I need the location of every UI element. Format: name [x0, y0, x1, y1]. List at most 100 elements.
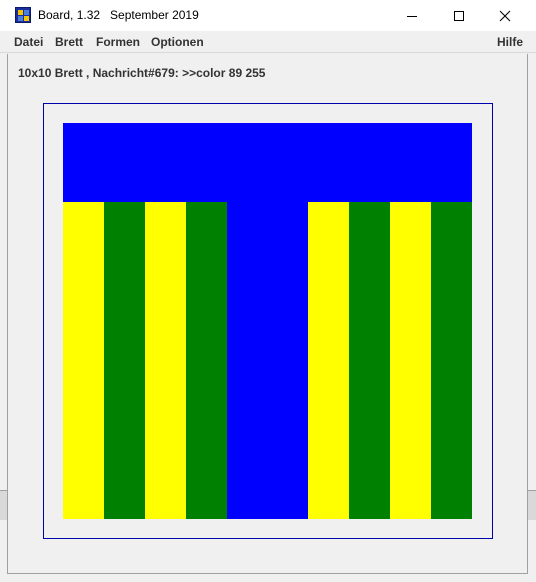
board-cell[interactable]	[390, 400, 431, 440]
board-cell[interactable]	[431, 321, 472, 361]
board-cell[interactable]	[104, 321, 145, 361]
board-cell[interactable]	[431, 163, 472, 202]
board-cell[interactable]	[268, 479, 308, 519]
board-cell[interactable]	[308, 163, 349, 202]
board-cell[interactable]	[63, 163, 104, 202]
title-bar[interactable]: Board, 1.32 September 2019	[0, 0, 536, 31]
board-cell[interactable]	[63, 479, 104, 519]
board-cell[interactable]	[186, 242, 227, 281]
board-cell[interactable]	[227, 202, 268, 242]
board-cell[interactable]	[104, 281, 145, 321]
board-cell[interactable]	[349, 163, 390, 202]
board-cell[interactable]	[390, 242, 431, 281]
board-cell[interactable]	[227, 361, 268, 400]
menu-hilfe[interactable]: Hilfe	[497, 35, 523, 49]
board-cell[interactable]	[349, 361, 390, 400]
board-cell[interactable]	[186, 361, 227, 400]
board-cell[interactable]	[308, 281, 349, 321]
board-cell[interactable]	[268, 202, 308, 242]
board-cell[interactable]	[186, 123, 227, 163]
board-cell[interactable]	[104, 123, 145, 163]
board-cell[interactable]	[227, 242, 268, 281]
board-cell[interactable]	[308, 202, 349, 242]
board-cell[interactable]	[186, 400, 227, 440]
board-cell[interactable]	[349, 400, 390, 440]
board-cell[interactable]	[145, 440, 186, 479]
board-cell[interactable]	[145, 242, 186, 281]
board-cell[interactable]	[145, 281, 186, 321]
board-cell[interactable]	[227, 321, 268, 361]
board-cell[interactable]	[145, 163, 186, 202]
menu-optionen[interactable]: Optionen	[151, 35, 204, 49]
board-cell[interactable]	[186, 440, 227, 479]
board-cell[interactable]	[268, 242, 308, 281]
board-cell[interactable]	[104, 163, 145, 202]
board-cell[interactable]	[186, 163, 227, 202]
board-cell[interactable]	[431, 281, 472, 321]
close-button[interactable]	[482, 0, 528, 31]
board-cell[interactable]	[431, 361, 472, 400]
board-cell[interactable]	[308, 400, 349, 440]
board-cell[interactable]	[63, 202, 104, 242]
menu-brett[interactable]: Brett	[55, 35, 83, 49]
board-cell[interactable]	[63, 440, 104, 479]
board-cell[interactable]	[104, 479, 145, 519]
board-cell[interactable]	[390, 361, 431, 400]
board-cell[interactable]	[227, 440, 268, 479]
board-cell[interactable]	[186, 321, 227, 361]
board-cell[interactable]	[268, 281, 308, 321]
board-cell[interactable]	[63, 321, 104, 361]
board-cell[interactable]	[431, 440, 472, 479]
board-cell[interactable]	[431, 123, 472, 163]
board-cell[interactable]	[227, 163, 268, 202]
board-cell[interactable]	[349, 123, 390, 163]
board-cell[interactable]	[349, 321, 390, 361]
board-cell[interactable]	[390, 163, 431, 202]
board-cell[interactable]	[308, 321, 349, 361]
board-cell[interactable]	[227, 123, 268, 163]
board-cell[interactable]	[227, 281, 268, 321]
board-cell[interactable]	[349, 479, 390, 519]
app-icon[interactable]	[15, 7, 31, 23]
board-cell[interactable]	[186, 281, 227, 321]
board-cell[interactable]	[104, 361, 145, 400]
board-cell[interactable]	[308, 440, 349, 479]
board-cell[interactable]	[145, 400, 186, 440]
board-cell[interactable]	[268, 321, 308, 361]
board-cell[interactable]	[308, 479, 349, 519]
board-cell[interactable]	[63, 361, 104, 400]
board-cell[interactable]	[145, 361, 186, 400]
board-cell[interactable]	[390, 281, 431, 321]
board-cell[interactable]	[308, 123, 349, 163]
board-cell[interactable]	[390, 202, 431, 242]
board-cell[interactable]	[145, 479, 186, 519]
menu-formen[interactable]: Formen	[96, 35, 140, 49]
board-cell[interactable]	[349, 440, 390, 479]
board-cell[interactable]	[63, 242, 104, 281]
board-cell[interactable]	[145, 123, 186, 163]
board-cell[interactable]	[268, 163, 308, 202]
board-cell[interactable]	[227, 400, 268, 440]
board-cell[interactable]	[349, 202, 390, 242]
board-cell[interactable]	[268, 361, 308, 400]
board-cell[interactable]	[227, 479, 268, 519]
board-cell[interactable]	[349, 242, 390, 281]
board-cell[interactable]	[104, 242, 145, 281]
board-cell[interactable]	[104, 202, 145, 242]
board-cell[interactable]	[431, 242, 472, 281]
board-cell[interactable]	[390, 321, 431, 361]
board-cell[interactable]	[431, 479, 472, 519]
board-cell[interactable]	[186, 202, 227, 242]
maximize-button[interactable]	[436, 0, 482, 31]
board-cell[interactable]	[104, 400, 145, 440]
board-cell[interactable]	[186, 479, 227, 519]
board-cell[interactable]	[431, 202, 472, 242]
board-cell[interactable]	[63, 400, 104, 440]
board-cell[interactable]	[268, 440, 308, 479]
board-cell[interactable]	[308, 242, 349, 281]
board-cell[interactable]	[308, 361, 349, 400]
board-cell[interactable]	[268, 123, 308, 163]
minimize-button[interactable]	[389, 0, 435, 31]
board-cell[interactable]	[390, 440, 431, 479]
board-cell[interactable]	[431, 400, 472, 440]
